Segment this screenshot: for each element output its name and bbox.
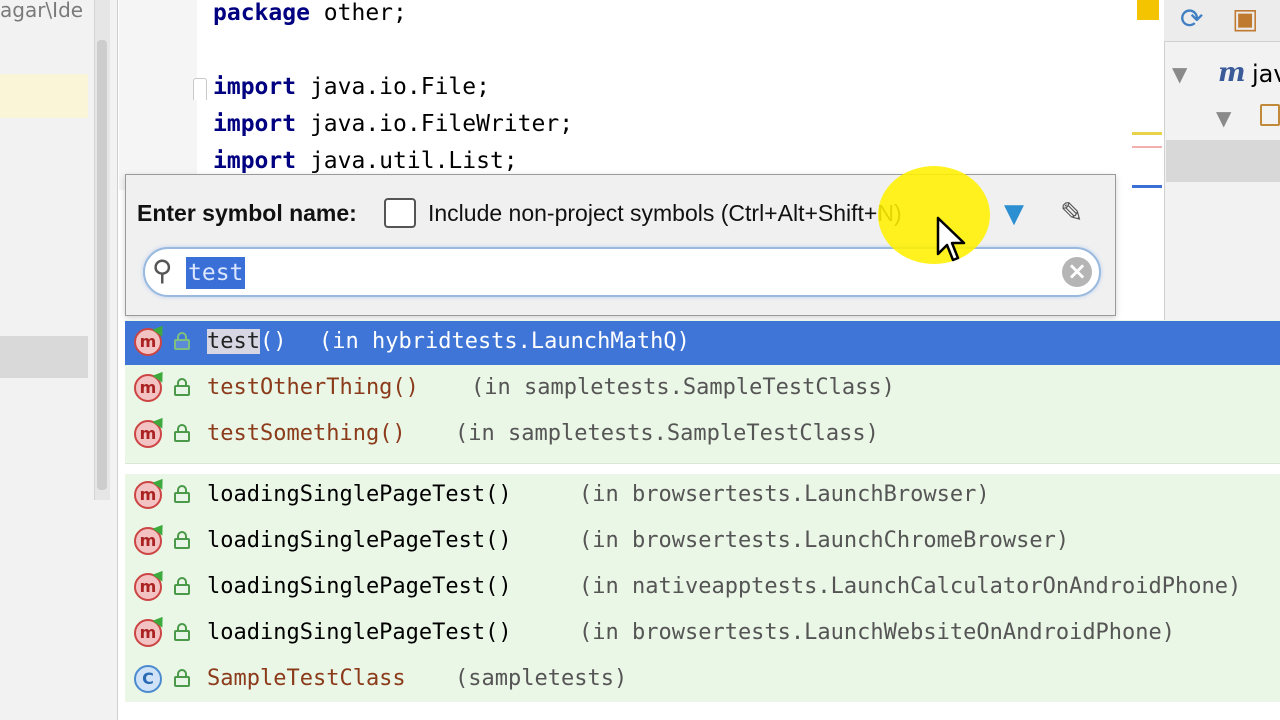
code-keyword: import bbox=[213, 111, 297, 137]
lock-icon bbox=[174, 485, 190, 503]
method-icon: m bbox=[134, 420, 162, 448]
result-name: testOtherThing() bbox=[207, 375, 419, 400]
lock-icon bbox=[174, 378, 190, 396]
lock-icon bbox=[174, 669, 190, 687]
result-row[interactable]: C SampleTestClass (sampletests) bbox=[125, 658, 1280, 702]
class-icon: C bbox=[134, 665, 162, 693]
result-name-match: test bbox=[207, 329, 260, 354]
result-row[interactable]: m loadingSinglePageTest() (in nativeappt… bbox=[125, 566, 1280, 610]
method-icon: m bbox=[134, 481, 162, 509]
code-line[interactable]: import java.io.FileWriter; bbox=[213, 111, 573, 137]
warning-marker-icon[interactable] bbox=[1137, 0, 1159, 20]
code-keyword: import bbox=[213, 148, 297, 174]
result-name: loadingSinglePageTest() bbox=[207, 482, 512, 507]
result-name: testSomething() bbox=[207, 421, 406, 446]
project-scrollbar-thumb[interactable] bbox=[97, 40, 107, 490]
sync-icon[interactable]: ⟳ bbox=[1180, 2, 1203, 35]
code-line[interactable]: package other; bbox=[213, 0, 407, 26]
method-icon: m bbox=[134, 527, 162, 555]
code-keyword: import bbox=[213, 74, 297, 100]
popup-label: Enter symbol name: bbox=[137, 200, 357, 226]
code-line[interactable]: import java.io.File; bbox=[213, 74, 490, 100]
structure-selected-row[interactable] bbox=[1166, 140, 1280, 182]
project-path-fragment: agar\Ide bbox=[0, 0, 84, 22]
method-icon: m bbox=[134, 573, 162, 601]
include-non-project-checkbox[interactable] bbox=[384, 198, 416, 228]
expand-arrow-icon[interactable]: ▼ bbox=[1216, 106, 1231, 130]
fold-marker-icon[interactable] bbox=[193, 78, 207, 100]
collapse-all-icon[interactable]: ▣ bbox=[1232, 2, 1258, 35]
lock-icon bbox=[174, 424, 190, 442]
code-text: java.util.List; bbox=[296, 148, 518, 174]
code-keyword: package bbox=[213, 0, 310, 26]
lock-icon bbox=[174, 332, 190, 350]
project-selected-row[interactable] bbox=[0, 336, 88, 378]
method-icon: m bbox=[134, 328, 162, 356]
result-location: (in sampletests.SampleTestClass) bbox=[471, 375, 895, 400]
result-name-rest: () bbox=[259, 329, 287, 354]
folder-icon bbox=[1260, 104, 1280, 126]
pin-icon[interactable]: ✎ bbox=[1060, 196, 1083, 229]
method-icon: m bbox=[134, 619, 162, 647]
error-stripe-error[interactable] bbox=[1132, 146, 1162, 148]
expand-arrow-icon[interactable]: ▼ bbox=[1172, 62, 1187, 86]
include-non-project-label[interactable]: Include non-project symbols (Ctrl+Alt+Sh… bbox=[428, 200, 902, 227]
result-name: loadingSinglePageTest() bbox=[207, 528, 512, 553]
module-icon: m bbox=[1218, 58, 1246, 88]
result-name: loadingSinglePageTest() bbox=[207, 574, 512, 599]
cursor-highlight bbox=[878, 166, 990, 264]
lock-icon bbox=[174, 531, 190, 549]
result-location: (in hybridtests.LaunchMathQ) bbox=[319, 329, 690, 354]
result-row[interactable]: m testSomething() (in sampletests.Sample… bbox=[125, 413, 1280, 457]
mouse-pointer-icon bbox=[936, 216, 966, 262]
error-stripe-warning[interactable] bbox=[1132, 132, 1162, 135]
result-location: (sampletests) bbox=[455, 666, 628, 691]
result-row[interactable]: m loadingSinglePageTest() (in browsertes… bbox=[125, 612, 1280, 656]
lock-icon bbox=[174, 623, 190, 641]
method-icon: m bbox=[134, 374, 162, 402]
search-icon: ⚲ bbox=[152, 254, 173, 287]
code-line[interactable]: import java.util.List; bbox=[213, 148, 518, 174]
code-text: other; bbox=[309, 0, 407, 26]
project-highlighted-row[interactable] bbox=[0, 74, 88, 118]
result-location: (in browsertests.LaunchBrowser) bbox=[579, 482, 990, 507]
editor-gutter[interactable] bbox=[119, 0, 197, 190]
result-name: test() bbox=[207, 329, 286, 354]
result-location: (in browsertests.LaunchChromeBrowser) bbox=[579, 528, 1070, 553]
result-row[interactable]: m testOtherThing() (in sampletests.Sampl… bbox=[125, 367, 1280, 411]
result-row[interactable]: m loadingSinglePageTest() (in browsertes… bbox=[125, 474, 1280, 518]
error-stripe-caret[interactable] bbox=[1132, 185, 1162, 188]
structure-node-label[interactable]: jav bbox=[1252, 60, 1280, 88]
result-row[interactable]: m loadingSinglePageTest() (in browsertes… bbox=[125, 520, 1280, 564]
lock-icon bbox=[174, 577, 190, 595]
result-name: loadingSinglePageTest() bbox=[207, 620, 512, 645]
result-name: SampleTestClass bbox=[207, 666, 406, 691]
code-text: java.io.File; bbox=[296, 74, 490, 100]
result-location: (in nativeapptests.LaunchCalculatorOnAnd… bbox=[579, 574, 1242, 599]
code-text: java.io.FileWriter; bbox=[296, 111, 574, 137]
clear-icon[interactable]: × bbox=[1062, 257, 1092, 287]
search-input-value[interactable]: test bbox=[186, 257, 246, 289]
filter-icon[interactable]: ▼ bbox=[1004, 199, 1024, 229]
result-location: (in browsertests.LaunchWebsiteOnAndroidP… bbox=[579, 620, 1176, 645]
result-location: (in sampletests.SampleTestClass) bbox=[455, 421, 879, 446]
result-row[interactable]: m test() (in hybridtests.LaunchMathQ) bbox=[125, 321, 1280, 365]
